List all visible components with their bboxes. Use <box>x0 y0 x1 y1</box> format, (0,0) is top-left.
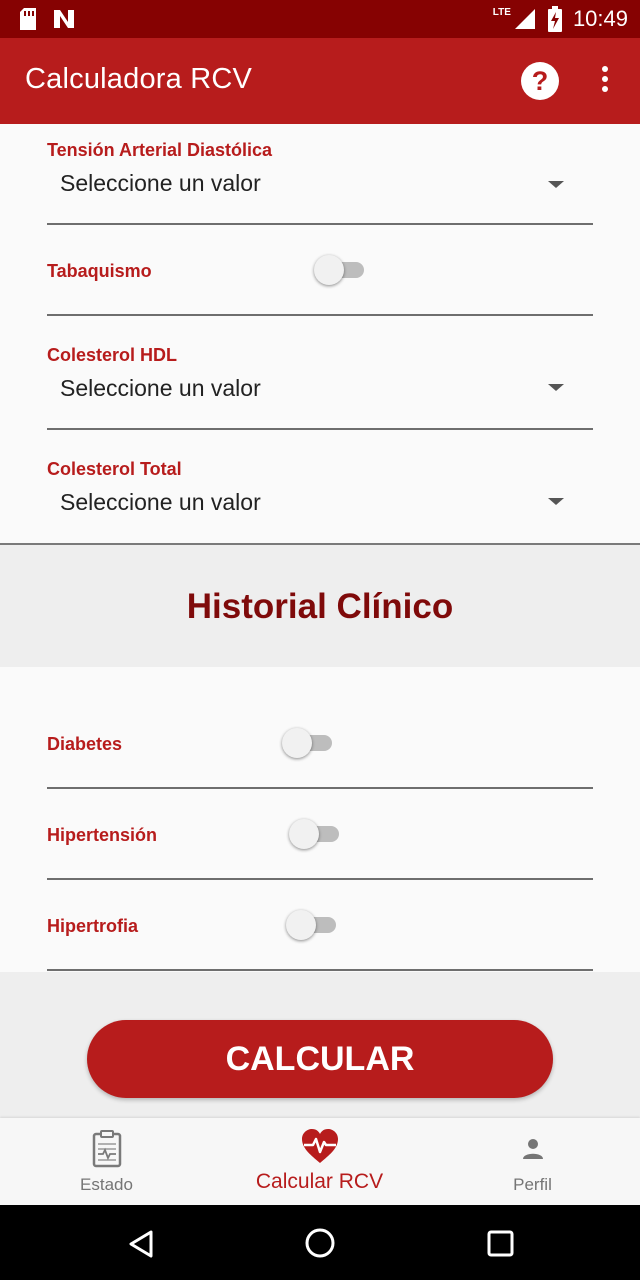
calculate-button[interactable]: CALCULAR <box>87 1020 553 1098</box>
field-label-tabaquismo: Tabaquismo <box>47 261 152 281</box>
divider <box>47 878 593 880</box>
risk-factors-form: Tensión Arterial Diastólica Seleccione u… <box>0 124 640 543</box>
nav-label-perfil: Perfil <box>513 1175 552 1194</box>
field-label-colesterol-total: Colesterol Total <box>47 459 182 479</box>
field-label-hipertrofia: Hipertrofia <box>47 916 139 936</box>
select-value: Seleccione un valor <box>60 489 261 515</box>
back-icon[interactable] <box>127 1229 155 1259</box>
switch-hipertrofia[interactable] <box>286 910 338 940</box>
home-icon[interactable] <box>304 1227 336 1259</box>
divider <box>47 428 593 430</box>
nav-label-estado: Estado <box>80 1175 133 1194</box>
select-value: Seleccione un valor <box>60 170 261 196</box>
heart-pulse-icon <box>301 1129 338 1163</box>
select-value: Seleccione un valor <box>60 375 261 401</box>
divider <box>47 314 593 316</box>
system-navigation-bar <box>0 1205 640 1280</box>
switch-tabaquismo[interactable] <box>314 255 366 285</box>
status-bar: LTE 10:49 <box>0 0 640 38</box>
nav-item-calcular-rcv[interactable]: Calcular RCV <box>213 1118 426 1205</box>
app-title: Calculadora RCV <box>25 63 253 95</box>
switch-diabetes[interactable] <box>282 728 334 758</box>
more-vert-icon[interactable] <box>592 66 618 96</box>
history-header: Historial Clínico <box>0 545 640 667</box>
bottom-navigation: Estado Calcular RCV Perfil <box>0 1118 640 1205</box>
clipboard-pulse-icon <box>92 1130 121 1168</box>
history-title: Historial Clínico <box>186 587 454 626</box>
dropdown-arrow-icon <box>548 384 564 391</box>
network-type: LTE <box>492 6 511 18</box>
divider <box>47 787 593 789</box>
select-colesterol-hdl[interactable]: Seleccione un valor <box>47 369 593 415</box>
select-colesterol-total[interactable]: Seleccione un valor <box>47 483 593 529</box>
field-label-diabetes: Diabetes <box>47 734 123 754</box>
app-bar: Calculadora RCV ? <box>0 38 640 124</box>
switch-hipertension[interactable] <box>289 819 341 849</box>
dropdown-arrow-icon <box>548 181 564 188</box>
signal-icon <box>514 9 535 29</box>
calculate-panel: CALCULAR <box>0 972 640 1118</box>
divider <box>47 969 593 971</box>
dropdown-arrow-icon <box>548 498 564 505</box>
nav-item-estado[interactable]: Estado <box>0 1118 213 1205</box>
person-icon <box>522 1139 543 1159</box>
sd-card-icon <box>20 8 36 30</box>
nav-item-perfil[interactable]: Perfil <box>426 1118 639 1205</box>
divider <box>47 223 593 225</box>
field-label-colesterol-hdl: Colesterol HDL <box>47 345 178 365</box>
help-icon[interactable]: ? <box>521 62 559 100</box>
select-tension-diastolica[interactable]: Seleccione un valor <box>47 164 593 210</box>
clock: 10:49 <box>572 6 628 31</box>
nav-label-calcular-rcv: Calcular RCV <box>255 1170 384 1193</box>
field-label-tension-diastolica: Tensión Arterial Diastólica <box>47 140 273 160</box>
n-notification-icon <box>54 10 74 28</box>
battery-icon <box>547 6 562 32</box>
field-label-hipertension: Hipertensión <box>47 825 158 845</box>
history-form: Diabetes Hipertensión Hipertrofia <box>0 667 640 972</box>
recents-icon[interactable] <box>487 1230 514 1257</box>
